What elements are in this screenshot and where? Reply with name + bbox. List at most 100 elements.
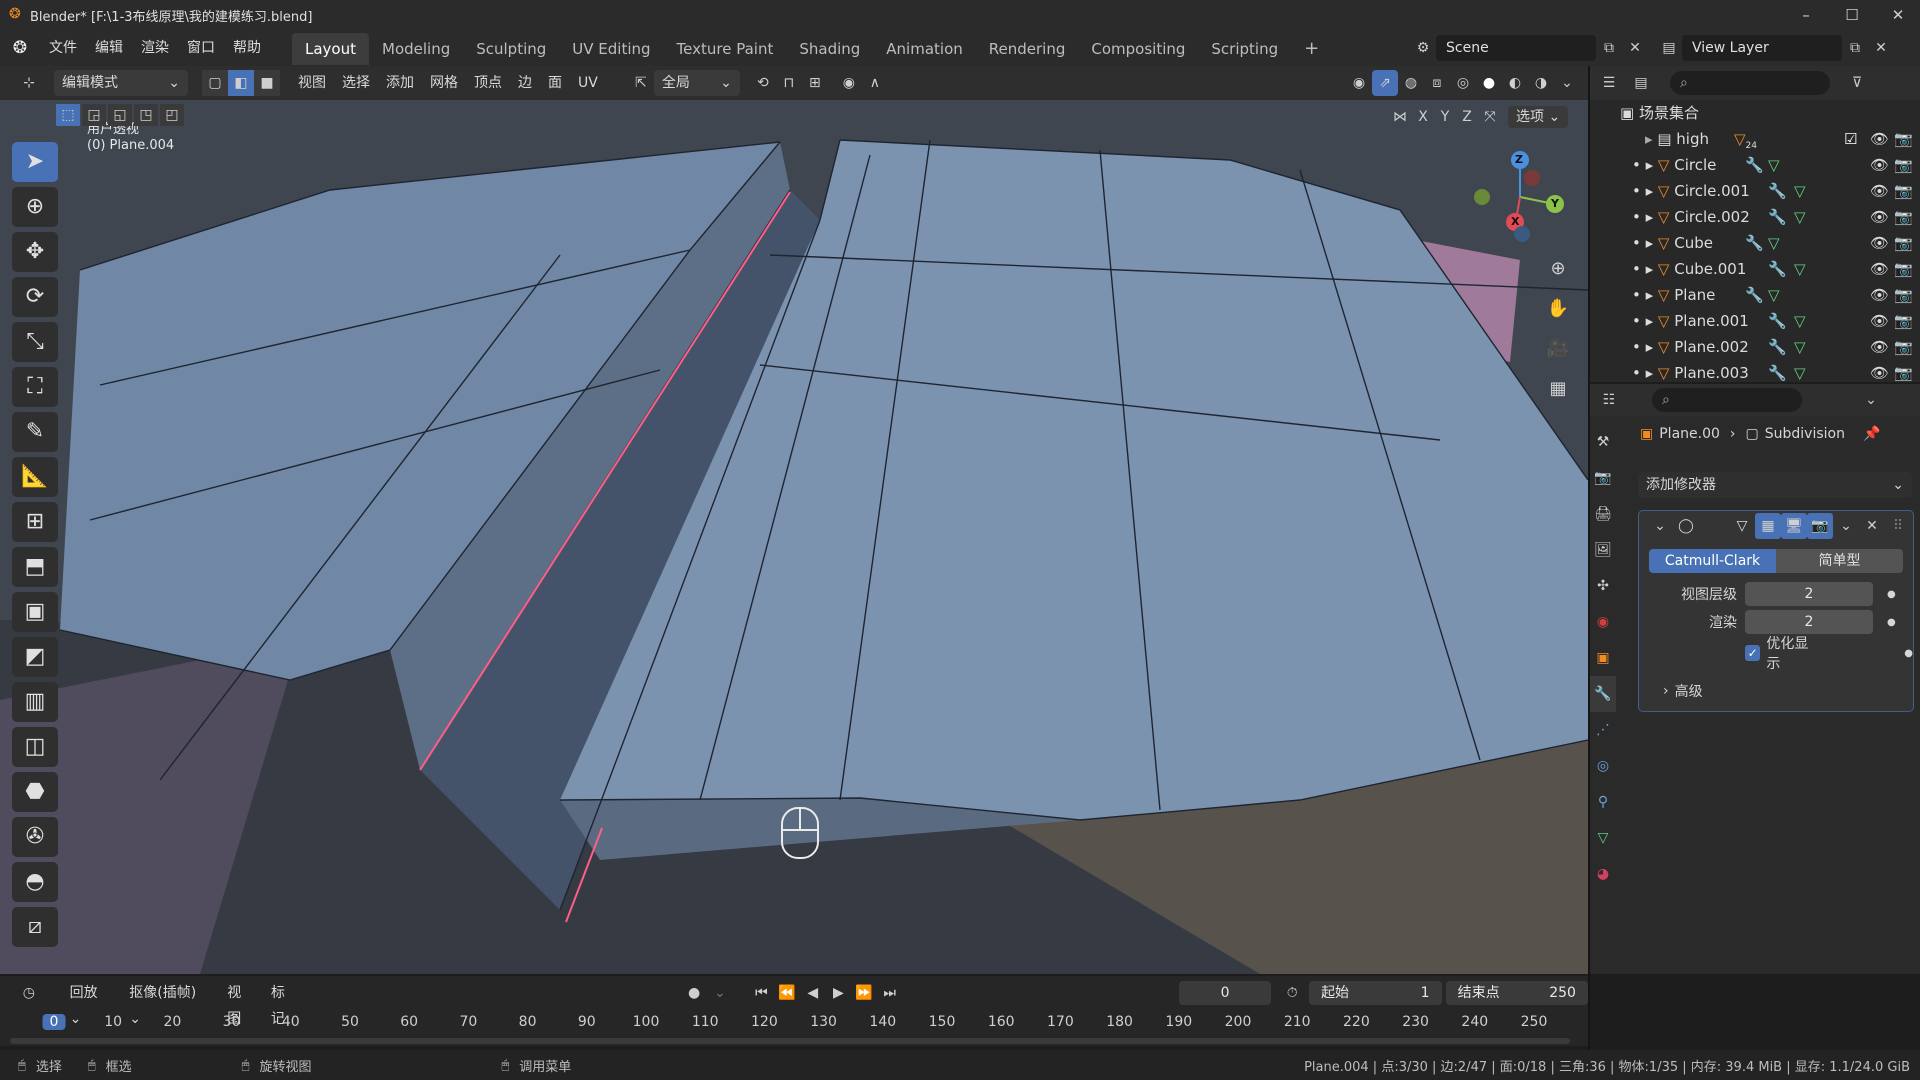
outliner-item[interactable]: • ▸ ▽ Plane.001 🔧 ▽ 👁 📷 — [1590, 308, 1920, 334]
new-scene-icon[interactable]: ⧉ — [1596, 35, 1622, 61]
shading-options-icon[interactable]: ⌄ — [1554, 70, 1580, 96]
properties-editor-icon[interactable]: ☷ — [1596, 387, 1622, 413]
tab-rendering[interactable]: Rendering — [976, 33, 1079, 65]
render-levels-field[interactable]: 2 — [1745, 610, 1873, 634]
outliner-item[interactable]: • ▸ ▽ Circle.002 🔧 ▽ 👁 📷 — [1590, 204, 1920, 230]
bevel-tool[interactable]: ◩ — [12, 637, 58, 677]
falloff-icon[interactable]: ∧ — [862, 70, 888, 96]
expand-arrow-icon[interactable]: ▸ — [1645, 130, 1657, 148]
vertex-select-icon[interactable]: ▢ — [202, 70, 228, 96]
outliner-item[interactable]: • ▸ ▽ Circle 🔧 ▽ 👁 📷 — [1590, 152, 1920, 178]
extrude-tool[interactable]: ⬒ — [12, 547, 58, 587]
eye-icon[interactable]: 👁 — [1870, 282, 1889, 308]
eye-icon[interactable]: 👁 — [1870, 308, 1889, 334]
output-tab-icon[interactable]: 🖨 — [1590, 496, 1616, 532]
editor-type-icon[interactable]: ⊹ — [16, 70, 42, 96]
delete-scene-icon[interactable]: ✕ — [1622, 35, 1648, 61]
scene-selector[interactable]: Scene — [1436, 35, 1596, 61]
start-frame-field[interactable]: 起始 1 — [1309, 981, 1442, 1005]
eye-icon[interactable]: 👁 — [1870, 360, 1889, 386]
jump-start-icon[interactable]: ⏮ — [749, 980, 775, 1006]
properties-options-icon[interactable]: ⌄ — [1858, 387, 1884, 413]
select-intersect-icon[interactable]: ◰ — [160, 104, 184, 126]
tab-texture-paint[interactable]: Texture Paint — [664, 33, 787, 65]
material-tab-icon[interactable]: ◕ — [1590, 856, 1616, 892]
camera-icon[interactable]: 📷 — [1894, 126, 1913, 152]
close-button[interactable]: ✕ — [1875, 0, 1920, 30]
pin-icon[interactable]: 📌 — [1863, 426, 1880, 442]
camera-icon[interactable]: 📷 — [1894, 230, 1913, 256]
timeline-editor-icon[interactable]: ◷ — [16, 980, 42, 1006]
eye-icon[interactable]: 👁 — [1870, 256, 1889, 282]
mode-selector[interactable]: 编辑模式 ⌄ — [54, 70, 188, 96]
auto-keying-icon[interactable]: ● — [681, 980, 707, 1006]
eye-icon[interactable]: 👁 — [1870, 126, 1889, 152]
poly-build-tool[interactable]: ⬣ — [12, 772, 58, 812]
inset-tool[interactable]: ▣ — [12, 592, 58, 632]
solid-shading-icon[interactable]: ● — [1476, 70, 1502, 96]
constraints-tab-icon[interactable]: ⚲ — [1590, 784, 1616, 820]
menu-edit[interactable]: 编辑 — [86, 30, 132, 66]
eye-icon[interactable]: 👁 — [1870, 152, 1889, 178]
shear-tool[interactable]: ⧄ — [12, 907, 58, 947]
gizmo-toggle-icon[interactable]: ⇗ — [1372, 70, 1398, 96]
keying-menu[interactable]: 抠像(插帧) ⌄ — [121, 980, 219, 1027]
object-tab-icon[interactable]: ▣ — [1590, 640, 1616, 676]
tab-compositing[interactable]: Compositing — [1078, 33, 1198, 65]
header-menu-uv[interactable]: UV — [570, 70, 606, 96]
options-dropdown[interactable]: 选项 ⌄ — [1508, 106, 1569, 128]
annotate-tool[interactable]: ✎ — [12, 412, 58, 452]
expand-arrow-icon[interactable]: • ▸ — [1632, 156, 1658, 174]
next-keyframe-icon[interactable]: ⏩ — [851, 980, 877, 1006]
tab-shading[interactable]: Shading — [786, 33, 873, 65]
marker-menu[interactable]: 标记 — [263, 980, 307, 1027]
camera-icon[interactable]: 📷 — [1894, 178, 1913, 204]
frame-ruler[interactable]: 0 10 20 30 40 50 60 70 80 90 100 110 120 130 140 150 160… — [0, 1012, 1588, 1036]
eye-icon[interactable]: 👁 — [1870, 230, 1889, 256]
select-invert-icon[interactable]: ◳ — [134, 104, 158, 126]
checkbox-icon[interactable]: ☑ — [1844, 126, 1857, 152]
camera-icon[interactable]: 📷 — [1894, 204, 1913, 230]
tab-uv-editing[interactable]: UV Editing — [559, 33, 663, 65]
expand-arrow-icon[interactable]: • ▸ — [1632, 286, 1658, 304]
overlay-toggle-icon[interactable]: ◍ — [1398, 70, 1424, 96]
outliner-item[interactable]: • ▸ ▽ Plane.003 🔧 ▽ 👁 📷 — [1590, 360, 1920, 386]
tab-scripting[interactable]: Scripting — [1198, 33, 1291, 65]
tool-tab-icon[interactable]: ⚒ — [1590, 424, 1616, 460]
xray-icon[interactable]: ⧈ — [1424, 70, 1450, 96]
delete-view-layer-icon[interactable]: ✕ — [1868, 35, 1894, 61]
display-mode-icon[interactable]: ▤ — [1628, 70, 1654, 96]
header-menu-select[interactable]: 选择 — [334, 70, 378, 96]
tab-sculpting[interactable]: Sculpting — [463, 33, 559, 65]
header-menu-add[interactable]: 添加 — [378, 70, 422, 96]
play-icon[interactable]: ▶ — [826, 980, 852, 1006]
modifier-tab-icon[interactable]: 🔧 — [1590, 676, 1616, 712]
eye-icon[interactable]: 👁 — [1870, 334, 1889, 360]
visibility-icon[interactable]: ◉ — [1346, 70, 1372, 96]
expand-arrow-icon[interactable]: • ▸ — [1632, 182, 1658, 200]
zoom-icon[interactable]: ⊕ — [1541, 252, 1575, 286]
header-menu-vertex[interactable]: 顶点 — [466, 70, 510, 96]
eye-icon[interactable]: 👁 — [1870, 178, 1889, 204]
pan-hand-icon[interactable]: ✋ — [1541, 292, 1575, 326]
camera-icon[interactable]: 📷 — [1894, 360, 1913, 386]
tab-layout[interactable]: Layout — [292, 33, 369, 65]
end-frame-field[interactable]: 结束点 250 — [1445, 981, 1588, 1005]
camera-icon[interactable]: 📷 — [1894, 334, 1913, 360]
catmull-clark-tab[interactable]: Catmull-Clark — [1649, 549, 1776, 573]
mirror-x-toggle[interactable]: X — [1412, 104, 1434, 130]
move-tool[interactable]: ✥ — [12, 232, 58, 272]
remove-modifier-icon[interactable]: ✕ — [1859, 513, 1885, 539]
minimize-button[interactable]: – — [1783, 0, 1829, 30]
outliner-item[interactable]: • ▸ ▽ Plane.002 🔧 ▽ 👁 📷 — [1590, 334, 1920, 360]
expand-arrow-icon[interactable]: • ▸ — [1632, 234, 1658, 252]
face-select-icon[interactable]: ■ — [254, 70, 280, 96]
properties-search-input[interactable]: ⌕ — [1652, 388, 1802, 412]
menu-file[interactable]: 文件 — [40, 30, 86, 66]
viewport-toggle-icon[interactable]: 🖥 — [1781, 513, 1807, 539]
modifier-menu-icon[interactable]: ⌄ — [1833, 513, 1859, 539]
playback-menu[interactable]: 回放 ⌄ — [62, 980, 122, 1027]
keyframe-dot-icon[interactable]: ● — [1904, 648, 1913, 659]
jump-end-icon[interactable]: ⏭ — [877, 980, 903, 1006]
camera-view-icon[interactable]: 🎥 — [1541, 332, 1575, 366]
